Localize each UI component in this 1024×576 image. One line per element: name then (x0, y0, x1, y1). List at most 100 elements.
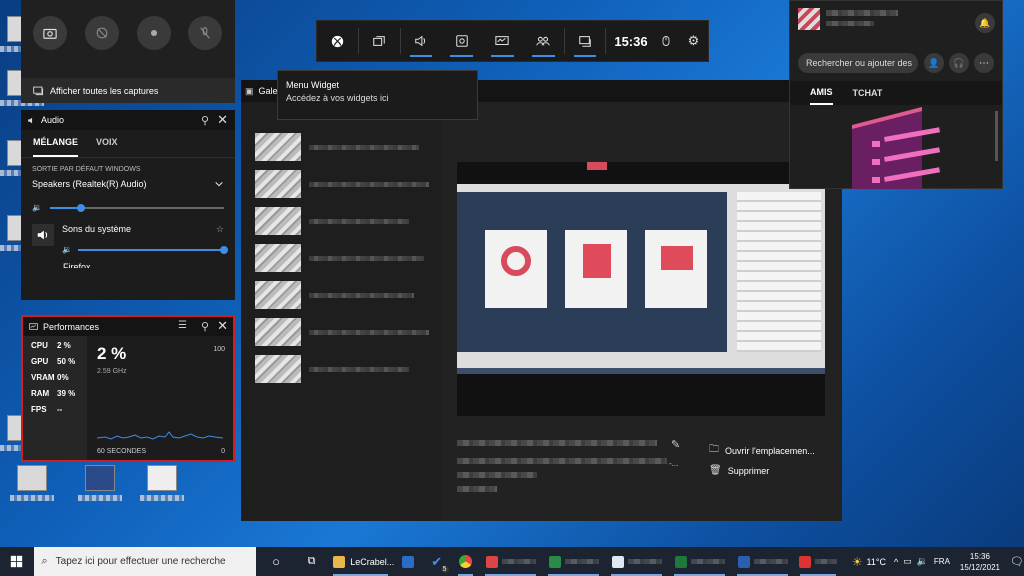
volume-icon: 🔉 (62, 245, 72, 254)
volume-icon[interactable]: 🔉 (917, 556, 928, 567)
app-icon (674, 555, 687, 568)
app-icon (485, 555, 498, 568)
show-all-captures-link[interactable]: Afficher toutes les captures (21, 78, 235, 103)
notifications-button[interactable]: 🔔 (975, 13, 995, 33)
start-recording-button[interactable] (137, 16, 171, 50)
capture-item[interactable] (255, 169, 441, 199)
language-indicator[interactable]: FRA (934, 557, 950, 566)
tab-mix[interactable]: MÉLANGE (33, 137, 78, 157)
cortana-button[interactable]: ○ (256, 547, 295, 576)
mic-off-icon (200, 27, 210, 39)
pin-icon[interactable]: ⚲ (201, 320, 209, 333)
taskbar-app-label: LeCrabel... (350, 556, 395, 567)
cortana-icon: ○ (272, 554, 280, 569)
xbox-button[interactable] (317, 20, 358, 62)
app-volume-slider[interactable] (77, 245, 228, 254)
tab-voice[interactable]: VOIX (96, 137, 118, 157)
notification-center-icon[interactable]: 🗨 (1010, 555, 1024, 568)
edit-pencil-icon[interactable]: ✎ (671, 438, 680, 451)
friends-illustration (852, 107, 941, 189)
desktop-icon[interactable] (78, 465, 122, 505)
taskbar-app-mail[interactable] (394, 547, 422, 576)
desktop-icon[interactable] (140, 465, 184, 505)
friend-search-input[interactable]: Rechercher ou ajouter des (798, 53, 918, 73)
stat-row[interactable]: CPU 2 % (31, 341, 87, 357)
output-device-select[interactable]: Speakers (Realtek(R) Audio) (21, 173, 235, 189)
capture-item[interactable] (255, 280, 441, 310)
desktop-icon[interactable] (10, 465, 54, 505)
network-icon[interactable]: ▭ (903, 556, 912, 567)
performance-title: Performances (43, 321, 100, 332)
stat-row[interactable]: VRAM 0% (31, 373, 87, 389)
stat-label: VRAM (31, 373, 55, 382)
party-button[interactable]: 🎧 (949, 53, 969, 73)
taskbar-app[interactable] (731, 547, 794, 576)
start-button[interactable] (0, 547, 34, 576)
capture-button[interactable] (441, 20, 482, 62)
clock-time: 15:36 (969, 551, 990, 561)
more-text: -... (669, 459, 679, 468)
more-options-button[interactable]: ⋯ (974, 53, 994, 73)
pin-icon[interactable]: ⚲ (201, 114, 209, 127)
capture-item[interactable] (255, 317, 441, 347)
capture-item[interactable] (255, 354, 441, 384)
taskbar-app[interactable] (605, 547, 668, 576)
widget-menu-button[interactable] (359, 20, 400, 62)
close-icon[interactable]: ✕ (217, 318, 228, 334)
cpu-graph (97, 431, 223, 440)
master-volume-slider[interactable] (49, 203, 224, 212)
stat-value: 2 % (57, 341, 71, 350)
stat-label: GPU (31, 357, 49, 366)
stats-list: CPU 2 % GPU 50 % VRAM 0% RAM 39 % FPS -- (23, 336, 87, 460)
windows-icon (11, 555, 23, 568)
camera-icon (43, 28, 57, 39)
chrome-icon (458, 555, 472, 568)
capture-item[interactable] (255, 132, 441, 162)
star-icon[interactable]: ☆ (216, 224, 224, 235)
mouse-button[interactable] (654, 20, 679, 62)
taskbar-app-todo[interactable]: ✔ 5 (422, 547, 452, 576)
gallery-button[interactable] (565, 20, 606, 62)
close-icon[interactable]: ✕ (217, 112, 228, 128)
tab-chat[interactable]: TCHAT (853, 88, 883, 98)
tray-chevron-icon[interactable]: ^ (894, 557, 898, 567)
screenshot-button[interactable] (33, 16, 67, 50)
stat-row[interactable]: GPU 50 % (31, 357, 87, 373)
system-sounds-icon (32, 224, 54, 246)
stat-row[interactable]: RAM 39 % (31, 389, 87, 405)
tab-friends[interactable]: AMIS (810, 81, 833, 105)
weather-sun-icon: ☀ (851, 554, 863, 569)
performance-button[interactable] (482, 20, 523, 62)
delete-button[interactable]: 🗑 Supprimer (709, 465, 769, 476)
settings-sliders-icon[interactable]: ☰ (178, 320, 187, 331)
mic-toggle-button[interactable] (188, 16, 222, 50)
default-output-label: SORTIE PAR DÉFAUT WINDOWS (32, 166, 141, 173)
taskbar-app[interactable] (479, 547, 542, 576)
task-view-button[interactable]: ⧉ (296, 547, 328, 576)
settings-button[interactable]: ⚙ (679, 20, 708, 62)
record-last-button[interactable] (85, 16, 119, 50)
taskbar-app[interactable] (668, 547, 731, 576)
open-location-button[interactable]: 🗀 Ouvrir l'emplacemen... (709, 442, 815, 459)
taskbar-app-folder[interactable]: LeCrabel... (327, 547, 394, 576)
add-friend-button[interactable]: 👤 (924, 53, 944, 73)
trash-icon: 🗑 (709, 465, 722, 476)
audio-button[interactable] (401, 20, 442, 62)
taskbar-app[interactable] (542, 547, 605, 576)
taskbar-app[interactable] (794, 547, 841, 576)
scrollbar[interactable] (995, 111, 998, 161)
taskbar-clock[interactable]: 15:36 15/12/2021 (960, 551, 1000, 573)
weather-widget[interactable]: ☀ 11°C (852, 555, 886, 569)
stat-row[interactable]: FPS -- (31, 405, 87, 421)
record-icon (150, 29, 158, 37)
taskbar-app-chrome[interactable] (452, 547, 480, 576)
folder-icon (333, 555, 346, 568)
stat-label: CPU (31, 341, 48, 350)
capture-item[interactable] (255, 206, 441, 236)
taskbar-search[interactable]: ⌕ Tapez ici pour effectuer une recherche (33, 547, 257, 576)
capture-item[interactable] (255, 243, 441, 273)
gallery-icon: ▣ (245, 85, 254, 96)
show-all-captures-label: Afficher toutes les captures (50, 85, 159, 96)
avatar[interactable] (798, 8, 820, 30)
xbox-social-button[interactable] (523, 20, 564, 62)
